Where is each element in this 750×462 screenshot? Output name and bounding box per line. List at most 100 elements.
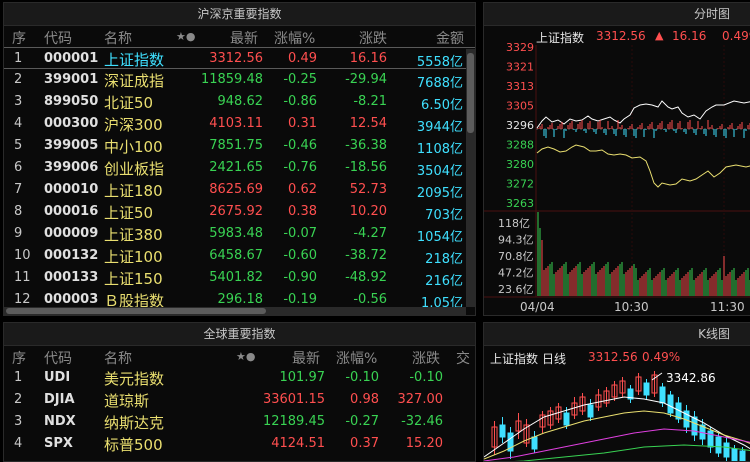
table-row[interactable]: 10 000132 上证100 6458.67 -0.60 -38.72 218亿: [4, 245, 475, 267]
kline-high-marker: 3342.86: [666, 371, 716, 385]
index-name: 北证50: [104, 94, 154, 112]
change-pct: 0.62: [288, 182, 317, 197]
timeshare-chart[interactable]: 3329 3321 3313 3305 3296 3288 3280 3272 3263 118…: [484, 25, 750, 316]
panel-title: 分时图: [484, 3, 750, 26]
kline-chart[interactable]: 3342.86: [484, 367, 750, 462]
col-idx-header[interactable]: 序: [12, 28, 26, 48]
change-pct: 0.37: [350, 436, 379, 451]
vertical-scrollbar[interactable]: [466, 49, 475, 307]
row-index: 11: [14, 270, 31, 285]
index-name: 上证150: [104, 270, 163, 288]
time-label-late: 11:30: [710, 300, 745, 314]
table-row[interactable]: 8 000016 上证50 2675.92 0.38 10.20 703亿: [4, 201, 475, 223]
change-amount: -8.21: [353, 94, 387, 109]
change-pct: 0.38: [288, 204, 317, 219]
change-pct: -0.19: [283, 292, 317, 307]
latest-price: 5983.48: [209, 226, 263, 241]
table-row[interactable]: 11 000133 上证150 5401.82 -0.90 -48.92 216亿: [4, 267, 475, 289]
latest-price: 948.62: [217, 94, 264, 109]
index-code: 000003: [44, 292, 99, 307]
change-amount: -29.94: [345, 72, 387, 87]
col-pct-header[interactable]: 涨幅%: [336, 348, 377, 368]
index-code: 000133: [44, 270, 99, 285]
kline-candle: [539, 411, 546, 433]
turnover-amount: 6.50亿: [421, 98, 463, 113]
col-change-header[interactable]: 涨跌: [359, 28, 387, 48]
domestic-index-panel: 沪深京重要指数 序 代码 名称 ★● 最新 涨幅% 涨跌 金额 1 000001 上…: [3, 2, 476, 316]
table-row[interactable]: 3 NDX 纳斯达克 12189.45 -0.27 -32.46: [4, 411, 475, 433]
price-axis-label: 3305: [506, 100, 534, 113]
row-index: 3: [14, 94, 23, 109]
change-amount: -38.72: [345, 248, 387, 263]
price-axis-label: 3321: [506, 61, 534, 74]
volume-axis-label: 118亿: [498, 217, 530, 230]
table-row[interactable]: 5 399005 中小100 7851.75 -0.46 -36.38 1108亿: [4, 135, 475, 157]
table-row[interactable]: 4 000300 沪深300 4103.11 0.31 12.54 3944亿: [4, 113, 475, 135]
index-name: 上证180: [104, 182, 163, 200]
col-latest-header[interactable]: 最新: [230, 28, 258, 48]
table-row[interactable]: 4 SPX 标普500 4124.51 0.37 15.20: [4, 433, 475, 455]
kline-candle: [619, 377, 626, 397]
scrollbar-thumb[interactable]: [467, 53, 474, 133]
col-code-header[interactable]: 代码: [44, 348, 72, 368]
volume-axis-label: 70.8亿: [498, 250, 534, 263]
row-index: 5: [14, 138, 23, 153]
table-row[interactable]: 1 UDI 美元指数 101.97 -0.10 -0.10: [4, 367, 475, 389]
latest-price: 8625.69: [209, 182, 263, 197]
volume-axis-label: 94.3亿: [498, 234, 534, 247]
kline-candle: [603, 387, 610, 407]
change-pct: -0.25: [283, 72, 317, 87]
price-axis-label: 3313: [506, 80, 534, 93]
global-index-panel: 全球重要指数 序 代码 名称 ★● 最新 涨幅% 涨跌 交 1 UDI 美元指数 10…: [3, 322, 476, 462]
col-change-header[interactable]: 涨跌: [412, 348, 440, 368]
row-index: 2: [14, 392, 23, 407]
table-row[interactable]: 1 000001 上证指数 3312.56 0.49 16.16 5558亿: [4, 47, 475, 70]
col-name-header[interactable]: 名称: [104, 28, 132, 48]
kline-candle: [595, 389, 602, 411]
col-code-header[interactable]: 代码: [44, 28, 72, 48]
horizontal-scrollbar[interactable]: [4, 307, 466, 315]
col-name-header[interactable]: 名称: [104, 348, 132, 368]
change-amount: -36.38: [345, 138, 387, 153]
change-pct: 0.98: [350, 392, 379, 407]
table-row[interactable]: 6 399006 创业板指 2421.65 -0.76 -18.56 3504亿: [4, 157, 475, 179]
kline-candle: [547, 407, 554, 429]
favorite-filter-icon[interactable]: ★●: [176, 30, 195, 43]
col-pct-header[interactable]: 涨幅%: [274, 28, 315, 48]
change-amount: -18.56: [345, 160, 387, 175]
index-name: 道琼斯: [104, 392, 150, 410]
kline-candle: [507, 427, 514, 459]
kline-candle: [635, 373, 642, 395]
kline-chart-panel[interactable]: K线图 上证指数 日线 3312.56 0.49% 3342.86: [483, 322, 750, 462]
change-pct: -0.76: [283, 160, 317, 175]
change-amount: 12.54: [349, 116, 387, 131]
kline-period[interactable]: 日线: [542, 350, 566, 367]
change-pct: -0.86: [283, 94, 317, 109]
turnover-amount: 1054亿: [416, 230, 463, 245]
kline-candle: [499, 417, 506, 443]
index-name: 创业板指: [104, 160, 165, 178]
table-row[interactable]: 7 000010 上证180 8625.69 0.62 52.73 2095亿: [4, 179, 475, 201]
row-index: 7: [14, 182, 23, 197]
change-amount: -48.92: [345, 270, 387, 285]
panel-title: 全球重要指数: [4, 323, 475, 346]
table-row[interactable]: 9 000009 上证380 5983.48 -0.07 -4.27 1054亿: [4, 223, 475, 245]
kline-candle: [723, 437, 730, 461]
col-extra-header[interactable]: 交: [456, 348, 470, 368]
change-pct: -0.90: [283, 270, 317, 285]
kline-candle: [627, 385, 634, 403]
table-row[interactable]: 3 899050 北证50 948.62 -0.86 -8.21 6.50亿: [4, 91, 475, 113]
col-idx-header[interactable]: 序: [12, 348, 26, 368]
row-index: 4: [14, 436, 23, 451]
col-latest-header[interactable]: 最新: [292, 348, 320, 368]
index-name: 上证380: [104, 226, 163, 244]
kline-candle: [515, 413, 522, 439]
hscroll-thumb[interactable]: [6, 308, 266, 314]
favorite-filter-icon[interactable]: ★●: [236, 350, 255, 363]
change-pct: -0.46: [283, 138, 317, 153]
index-name: 中小100: [104, 138, 163, 156]
col-amount-header[interactable]: 金额: [436, 28, 464, 48]
table-row[interactable]: 2 DJIA 道琼斯 33601.15 0.98 327.00: [4, 389, 475, 411]
table-row[interactable]: 2 399001 深证成指 11859.48 -0.25 -29.94 7688亿: [4, 69, 475, 91]
timeshare-chart-panel[interactable]: 分时图 上证指数 3312.56 ▲ 16.16 0.499 332933213…: [483, 2, 750, 316]
